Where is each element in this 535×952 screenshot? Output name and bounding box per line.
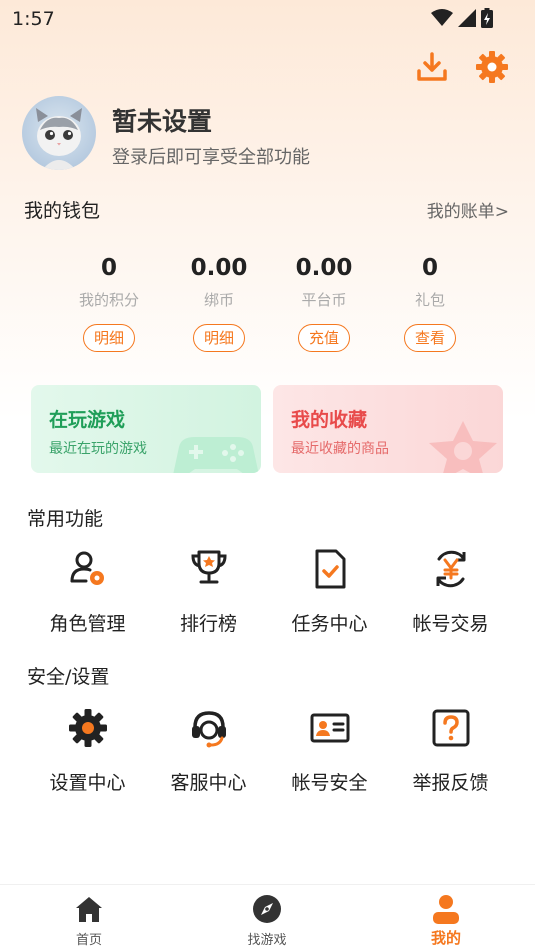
profile-section[interactable]: 暂未设置 登录后即可享受全部功能: [22, 96, 502, 176]
trophy-icon: [190, 550, 227, 584]
wallet-platform-coins: 0.00 平台币 充值: [271, 252, 377, 352]
tab-label: 我的: [430, 929, 461, 947]
leaderboard-item[interactable]: 排行榜: [148, 547, 269, 636]
avatar[interactable]: [22, 96, 96, 170]
wallet-points: 0 我的积分 明细: [56, 252, 162, 352]
status-time: 1:57: [12, 8, 55, 30]
headset-icon: [191, 711, 226, 748]
view-gifts-button[interactable]: 查看: [403, 324, 456, 352]
wallet-label: 我的积分: [78, 291, 139, 309]
wallet-label: 礼包: [414, 291, 445, 309]
task-icon: [315, 549, 345, 589]
settings-center-item[interactable]: 设置中心: [27, 706, 148, 795]
grid-label: 举报反馈: [412, 772, 489, 794]
grid-label: 任务中心: [291, 613, 368, 635]
wallet-stats: 0 我的积分 明细 0.00 绑币 明细 0.00 平台币 充值 0 礼包 查看: [56, 252, 486, 362]
status-bar: 1:57: [0, 0, 535, 38]
bottom-tab-bar: 首页 找游戏 我的: [0, 884, 535, 952]
security-section-title: 安全/设置: [27, 666, 110, 688]
card-subtitle: 最近在玩的游戏: [49, 441, 147, 457]
role-manage-item[interactable]: 角色管理: [27, 547, 148, 636]
wallet-label: 平台币: [301, 291, 347, 309]
grid-label: 角色管理: [49, 613, 126, 635]
gear-icon[interactable]: [475, 50, 509, 84]
top-actions: [415, 50, 509, 84]
account-trade-item[interactable]: 帐号交易: [390, 547, 511, 636]
role-manage-icon: [70, 551, 104, 585]
report-feedback-item[interactable]: 举报反馈: [390, 706, 511, 795]
gamepad-icon: [173, 437, 259, 473]
download-icon[interactable]: [415, 50, 449, 84]
tab-label: 首页: [75, 933, 102, 948]
grid-label: 帐号交易: [412, 613, 489, 635]
common-grid: 角色管理 排行榜 任务中心 帐号交易: [27, 547, 511, 637]
tab-home[interactable]: 首页: [29, 893, 149, 948]
card-title: 我的收藏: [291, 409, 368, 431]
gear-icon: [68, 709, 107, 747]
wallet-value: 0: [100, 255, 117, 281]
grid-label: 帐号安全: [291, 772, 368, 794]
card-subtitle: 最近收藏的商品: [291, 441, 389, 457]
recharge-button[interactable]: 充值: [297, 324, 350, 352]
security-grid: 设置中心 客服中心 帐号安全 举报反馈: [27, 706, 511, 796]
grid-label: 客服中心: [170, 772, 247, 794]
compass-icon: [253, 895, 281, 923]
bound-coins-detail-button[interactable]: 明细: [192, 324, 245, 352]
account-security-item[interactable]: 帐号安全: [269, 706, 390, 795]
tab-find-games[interactable]: 找游戏: [207, 893, 327, 948]
battery-icon: [481, 8, 493, 28]
wallet-value: 0: [421, 255, 438, 281]
id-card-icon: [310, 713, 349, 743]
wallet-label: 绑币: [203, 291, 234, 309]
playing-games-card[interactable]: 在玩游戏 最近在玩的游戏: [31, 385, 261, 473]
home-icon: [76, 897, 102, 922]
task-center-item[interactable]: 任务中心: [269, 547, 390, 636]
signal-icon: [458, 9, 476, 27]
wallet-value: 0.00: [295, 255, 353, 281]
tab-label: 找游戏: [247, 933, 287, 948]
wallet-bound-coins: 0.00 绑币 明细: [166, 252, 272, 352]
question-icon: [432, 709, 469, 747]
card-title: 在玩游戏: [49, 409, 126, 431]
yuan-exchange-icon: [436, 550, 465, 588]
grid-label: 设置中心: [49, 772, 126, 794]
star-icon: [429, 421, 497, 473]
customer-service-item[interactable]: 客服中心: [148, 706, 269, 795]
wallet-title: 我的钱包: [24, 200, 101, 222]
wifi-icon: [431, 9, 453, 26]
profile-name: 暂未设置: [112, 107, 213, 136]
tab-mine[interactable]: 我的: [386, 893, 506, 948]
profile-subtitle: 登录后即可享受全部功能: [112, 147, 310, 168]
grid-label: 排行榜: [179, 613, 237, 635]
wallet-value: 0.00: [190, 255, 248, 281]
points-detail-button[interactable]: 明细: [82, 324, 135, 352]
user-icon: [433, 895, 459, 924]
my-bill-link[interactable]: 我的账单>: [427, 197, 509, 222]
common-section-title: 常用功能: [27, 508, 104, 530]
wallet-gift-packs: 0 礼包 查看: [377, 252, 483, 352]
status-icons: [431, 8, 493, 28]
favorites-card[interactable]: 我的收藏 最近收藏的商品: [273, 385, 503, 473]
